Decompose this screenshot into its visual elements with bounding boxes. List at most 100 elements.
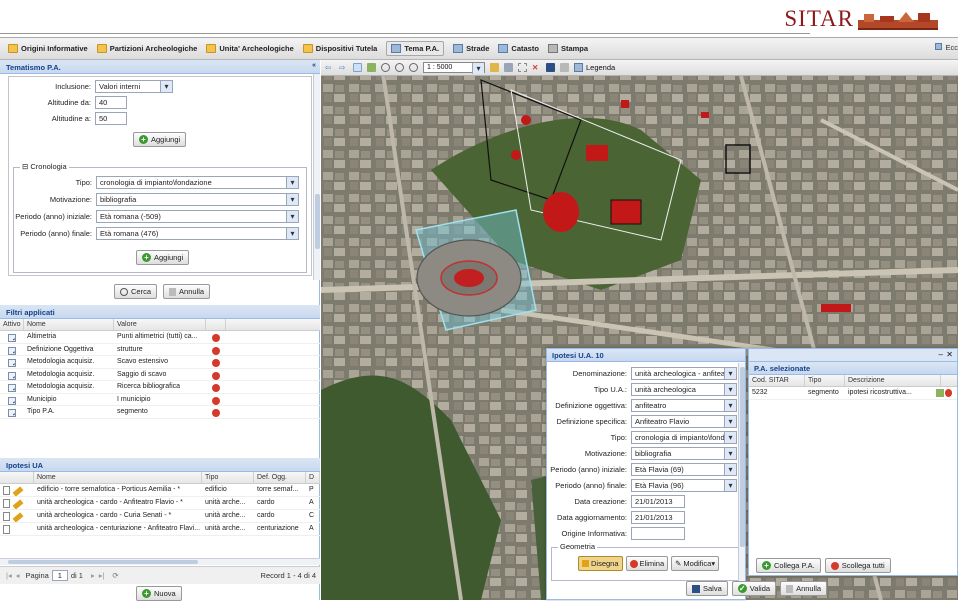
- nav-strade[interactable]: Strade: [453, 44, 489, 53]
- document-icon[interactable]: [3, 486, 10, 495]
- print-map-icon[interactable]: [560, 63, 569, 72]
- delete-icon[interactable]: [212, 384, 220, 392]
- annulla-button[interactable]: Annulla: [163, 284, 211, 299]
- active-checkbox[interactable]: ✓: [8, 396, 16, 405]
- disegna-button[interactable]: Disegna: [578, 556, 623, 571]
- elimina-button[interactable]: Elimina: [625, 556, 669, 571]
- field-value[interactable]: 21/01/2013: [631, 495, 685, 508]
- filter-row[interactable]: ✓ Municipio I municipio: [0, 394, 320, 406]
- scale-select[interactable]: 1 : 5000: [423, 62, 485, 74]
- nav-catasto[interactable]: Catasto: [498, 44, 539, 53]
- close-icon[interactable]: ✕: [946, 350, 953, 359]
- filter-row[interactable]: ✓ Metodologia acquisiz. Scavo estensivo: [0, 356, 320, 369]
- clear-icon[interactable]: ✕: [532, 63, 541, 72]
- col-def-ogg[interactable]: Def. Ogg.: [254, 472, 306, 483]
- delete-icon[interactable]: [944, 388, 952, 397]
- grid-icon[interactable]: [936, 388, 944, 397]
- full-extent-icon[interactable]: [367, 63, 376, 72]
- layers-icon[interactable]: [504, 63, 513, 72]
- refresh-icon[interactable]: ⟳: [112, 571, 118, 580]
- altitudine-da-input[interactable]: 40: [95, 96, 127, 109]
- valida-button[interactable]: ✓ Valida: [731, 581, 777, 596]
- edit-icon[interactable]: [12, 486, 24, 496]
- filter-row[interactable]: ✓ Metodologia acquisiz. Saggio di scavo: [0, 369, 320, 381]
- aggiungi-button[interactable]: + Aggiungi: [133, 132, 187, 147]
- info-icon[interactable]: [546, 63, 555, 72]
- page-input[interactable]: 1: [51, 570, 68, 581]
- col-nome[interactable]: Nome: [24, 319, 114, 330]
- field-value[interactable]: 21/01/2013: [631, 511, 685, 524]
- zoom-out-icon[interactable]: [409, 63, 418, 72]
- ipotesi-row[interactable]: edificio - torre semafotica - Porticus A…: [0, 484, 320, 497]
- scrollbar-thumb[interactable]: [315, 194, 320, 249]
- tematismo-scrollbar[interactable]: [313, 74, 320, 280]
- field-value[interactable]: unità archeologica: [631, 383, 737, 396]
- col-descrizione[interactable]: Descrizione: [845, 375, 941, 386]
- active-checkbox[interactable]: ✓: [8, 384, 16, 392]
- col-attivo[interactable]: Attivo: [0, 319, 24, 330]
- filter-row[interactable]: ✓ Altimetria Punti altimetrici (tutti) ca.…: [0, 331, 320, 344]
- scrollbar-thumb[interactable]: [740, 367, 745, 547]
- periodo-finale-select[interactable]: Età romana (476): [96, 227, 299, 240]
- field-value[interactable]: [631, 527, 685, 540]
- active-checkbox[interactable]: ✓: [8, 346, 16, 355]
- last-page-icon[interactable]: ▸|: [99, 571, 105, 580]
- salva-button[interactable]: Salva: [686, 581, 728, 596]
- nav-tema-pa[interactable]: Tema P.A.: [386, 41, 445, 56]
- ipotesi-row[interactable]: unità archeologica - centuriazione - Anf…: [0, 523, 320, 536]
- document-icon[interactable]: [3, 525, 10, 534]
- delete-icon[interactable]: [212, 334, 220, 342]
- prev-page-icon[interactable]: ◂: [16, 571, 20, 580]
- ipotesi-row[interactable]: unità archeologica - cardo - Curia Senat…: [0, 510, 320, 523]
- document-icon[interactable]: [3, 512, 10, 521]
- delete-icon[interactable]: [212, 396, 220, 405]
- field-value[interactable]: anfiteatro: [631, 399, 737, 412]
- cronologia-legend[interactable]: ⊟ Cronologia: [20, 162, 69, 171]
- nav-unita-archeologiche[interactable]: Unita' Archeologiche: [206, 44, 294, 53]
- filter-row[interactable]: ✓ Metodologia acquisiz. Ricerca bibliograf…: [0, 381, 320, 394]
- next-page-icon[interactable]: ▸: [91, 571, 95, 580]
- first-page-icon[interactable]: |◂: [6, 571, 12, 580]
- nav-partizioni-archeologiche[interactable]: Partizioni Archeologiche: [96, 44, 197, 53]
- delete-icon[interactable]: [212, 409, 220, 417]
- col-tipo[interactable]: Tipo: [805, 375, 845, 386]
- collega-pa-button[interactable]: + Collega P.A.: [756, 558, 821, 573]
- scrollbar-thumb[interactable]: [8, 560, 198, 564]
- pa-row[interactable]: 5232 segmento ipotesi ricostruttiva...: [749, 387, 957, 400]
- field-value[interactable]: cronologia di impianto\fonda: [631, 431, 737, 444]
- delete-icon[interactable]: [212, 371, 220, 380]
- nav-stampa[interactable]: Stampa: [547, 44, 588, 53]
- delete-icon[interactable]: [212, 359, 220, 367]
- minimize-icon[interactable]: –: [939, 350, 943, 359]
- col-cod[interactable]: Cod. SITAR: [749, 375, 805, 386]
- ipotesi-scrollbar[interactable]: [738, 363, 745, 583]
- back-arrow-icon[interactable]: ⇦: [325, 63, 334, 72]
- aggiungi-cronologia-button[interactable]: + Aggiungi: [136, 250, 190, 265]
- field-value[interactable]: unità archeologica - anfiteatro -: [631, 367, 737, 380]
- col-tipo[interactable]: Tipo: [202, 472, 254, 483]
- annulla-window-button[interactable]: Annulla: [780, 581, 828, 596]
- altitudine-a-input[interactable]: 50: [95, 112, 127, 125]
- ipotesi-row[interactable]: unità archeologica - cardo - Anfiteatro …: [0, 497, 320, 510]
- forward-arrow-icon[interactable]: ⇨: [339, 63, 348, 72]
- col-d[interactable]: D: [306, 472, 320, 483]
- nav-right-item[interactable]: Ecc: [935, 43, 958, 52]
- motivazione-select[interactable]: bibliografia: [96, 193, 299, 206]
- active-checkbox[interactable]: ✓: [8, 409, 16, 417]
- edit-icon[interactable]: [12, 499, 24, 509]
- inclusione-select[interactable]: Valori interni: [95, 80, 173, 93]
- ipotesi-window-title[interactable]: Ipotesi U.A. 10: [547, 349, 745, 362]
- active-checkbox[interactable]: ✓: [8, 359, 16, 367]
- active-checkbox[interactable]: ✓: [8, 334, 16, 342]
- zoom-box-icon[interactable]: [381, 63, 390, 72]
- delete-icon[interactable]: [212, 346, 220, 355]
- periodo-iniziale-select[interactable]: Età romana (-509): [96, 210, 299, 223]
- nav-dispositivi-tutela[interactable]: Dispositivi Tutela: [302, 44, 377, 53]
- scollega-tutti-button[interactable]: Scollega tutti: [824, 558, 891, 573]
- horizontal-scrollbar[interactable]: [0, 558, 320, 565]
- field-value[interactable]: Età Flavia (69): [631, 463, 737, 476]
- document-icon[interactable]: [3, 499, 10, 508]
- edit-icon[interactable]: [12, 512, 24, 522]
- zoom-in-icon[interactable]: [395, 63, 404, 72]
- filter-row[interactable]: ✓ Definizione Oggettiva strutture: [0, 344, 320, 356]
